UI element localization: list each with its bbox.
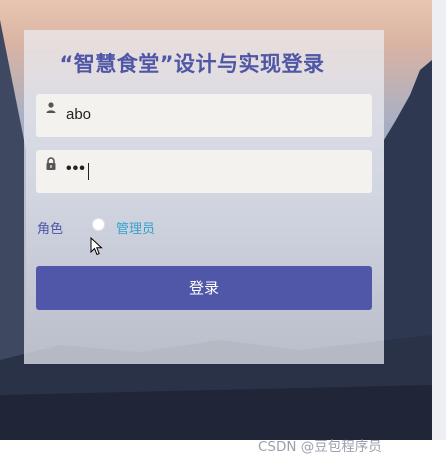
password-value: ••• [66, 160, 86, 177]
user-icon [46, 102, 56, 113]
page-title: “智慧食堂”设计与实现登录 [59, 52, 325, 76]
role-label: 角色 [37, 222, 64, 237]
role-option-admin-label[interactable]: 管理员 [116, 218, 155, 237]
login-button[interactable]: 登录 [36, 266, 372, 310]
mouse-cursor-icon [90, 237, 103, 256]
login-panel [24, 30, 384, 364]
watermark-text: CSDN @豆包程序员 [258, 439, 382, 455]
username-value: abo [66, 106, 92, 123]
lock-icon [46, 157, 56, 170]
password-field[interactable]: ••• [36, 150, 372, 193]
username-field[interactable]: abo [36, 94, 372, 137]
window-edge [432, 0, 446, 440]
text-caret [88, 163, 89, 180]
role-radio-admin[interactable] [92, 218, 105, 231]
